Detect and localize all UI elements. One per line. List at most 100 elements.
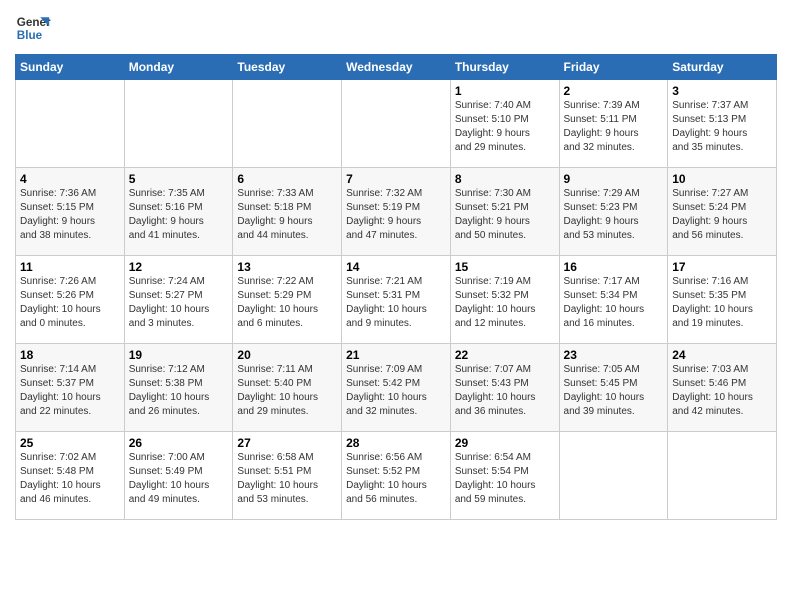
day-info: Sunrise: 7:09 AM Sunset: 5:42 PM Dayligh… xyxy=(346,363,446,419)
weekday-header-saturday: Saturday xyxy=(668,55,777,80)
weekday-header-sunday: Sunday xyxy=(16,55,125,80)
logo-icon: General Blue xyxy=(15,10,51,46)
calendar-cell: 28Sunrise: 6:56 AM Sunset: 5:52 PM Dayli… xyxy=(342,432,451,520)
day-info: Sunrise: 6:54 AM Sunset: 5:54 PM Dayligh… xyxy=(455,451,555,507)
calendar-cell: 4Sunrise: 7:36 AM Sunset: 5:15 PM Daylig… xyxy=(16,168,125,256)
day-info: Sunrise: 7:05 AM Sunset: 5:45 PM Dayligh… xyxy=(564,363,664,419)
day-number: 20 xyxy=(237,348,337,362)
day-number: 21 xyxy=(346,348,446,362)
calendar-cell xyxy=(342,80,451,168)
weekday-header-tuesday: Tuesday xyxy=(233,55,342,80)
calendar-cell: 19Sunrise: 7:12 AM Sunset: 5:38 PM Dayli… xyxy=(124,344,233,432)
day-number: 28 xyxy=(346,436,446,450)
day-number: 14 xyxy=(346,260,446,274)
day-info: Sunrise: 7:19 AM Sunset: 5:32 PM Dayligh… xyxy=(455,275,555,331)
day-number: 6 xyxy=(237,172,337,186)
calendar-cell: 15Sunrise: 7:19 AM Sunset: 5:32 PM Dayli… xyxy=(450,256,559,344)
weekday-header-monday: Monday xyxy=(124,55,233,80)
day-info: Sunrise: 7:17 AM Sunset: 5:34 PM Dayligh… xyxy=(564,275,664,331)
weekday-header-friday: Friday xyxy=(559,55,668,80)
day-number: 1 xyxy=(455,84,555,98)
day-info: Sunrise: 7:21 AM Sunset: 5:31 PM Dayligh… xyxy=(346,275,446,331)
day-number: 25 xyxy=(20,436,120,450)
calendar-cell: 12Sunrise: 7:24 AM Sunset: 5:27 PM Dayli… xyxy=(124,256,233,344)
day-info: Sunrise: 7:24 AM Sunset: 5:27 PM Dayligh… xyxy=(129,275,229,331)
calendar-cell: 3Sunrise: 7:37 AM Sunset: 5:13 PM Daylig… xyxy=(668,80,777,168)
day-number: 4 xyxy=(20,172,120,186)
day-number: 10 xyxy=(672,172,772,186)
calendar-cell: 13Sunrise: 7:22 AM Sunset: 5:29 PM Dayli… xyxy=(233,256,342,344)
day-number: 8 xyxy=(455,172,555,186)
day-number: 26 xyxy=(129,436,229,450)
day-number: 12 xyxy=(129,260,229,274)
weekday-header-wednesday: Wednesday xyxy=(342,55,451,80)
day-number: 13 xyxy=(237,260,337,274)
calendar-cell: 27Sunrise: 6:58 AM Sunset: 5:51 PM Dayli… xyxy=(233,432,342,520)
day-number: 5 xyxy=(129,172,229,186)
calendar-cell: 24Sunrise: 7:03 AM Sunset: 5:46 PM Dayli… xyxy=(668,344,777,432)
day-info: Sunrise: 7:39 AM Sunset: 5:11 PM Dayligh… xyxy=(564,99,664,155)
calendar-cell: 18Sunrise: 7:14 AM Sunset: 5:37 PM Dayli… xyxy=(16,344,125,432)
day-info: Sunrise: 7:40 AM Sunset: 5:10 PM Dayligh… xyxy=(455,99,555,155)
calendar-cell: 25Sunrise: 7:02 AM Sunset: 5:48 PM Dayli… xyxy=(16,432,125,520)
calendar-table: SundayMondayTuesdayWednesdayThursdayFrid… xyxy=(15,54,777,520)
weekday-header-row: SundayMondayTuesdayWednesdayThursdayFrid… xyxy=(16,55,777,80)
calendar-cell: 11Sunrise: 7:26 AM Sunset: 5:26 PM Dayli… xyxy=(16,256,125,344)
week-row-5: 25Sunrise: 7:02 AM Sunset: 5:48 PM Dayli… xyxy=(16,432,777,520)
day-info: Sunrise: 7:33 AM Sunset: 5:18 PM Dayligh… xyxy=(237,187,337,243)
day-number: 23 xyxy=(564,348,664,362)
calendar-cell xyxy=(559,432,668,520)
calendar-cell xyxy=(668,432,777,520)
day-number: 29 xyxy=(455,436,555,450)
day-info: Sunrise: 7:29 AM Sunset: 5:23 PM Dayligh… xyxy=(564,187,664,243)
day-info: Sunrise: 7:16 AM Sunset: 5:35 PM Dayligh… xyxy=(672,275,772,331)
calendar-cell: 1Sunrise: 7:40 AM Sunset: 5:10 PM Daylig… xyxy=(450,80,559,168)
day-info: Sunrise: 7:03 AM Sunset: 5:46 PM Dayligh… xyxy=(672,363,772,419)
day-info: Sunrise: 7:14 AM Sunset: 5:37 PM Dayligh… xyxy=(20,363,120,419)
day-number: 17 xyxy=(672,260,772,274)
day-number: 15 xyxy=(455,260,555,274)
day-info: Sunrise: 7:27 AM Sunset: 5:24 PM Dayligh… xyxy=(672,187,772,243)
calendar-cell xyxy=(233,80,342,168)
day-info: Sunrise: 7:37 AM Sunset: 5:13 PM Dayligh… xyxy=(672,99,772,155)
calendar-cell: 7Sunrise: 7:32 AM Sunset: 5:19 PM Daylig… xyxy=(342,168,451,256)
calendar-cell: 5Sunrise: 7:35 AM Sunset: 5:16 PM Daylig… xyxy=(124,168,233,256)
calendar-cell: 20Sunrise: 7:11 AM Sunset: 5:40 PM Dayli… xyxy=(233,344,342,432)
day-number: 11 xyxy=(20,260,120,274)
calendar-cell: 6Sunrise: 7:33 AM Sunset: 5:18 PM Daylig… xyxy=(233,168,342,256)
calendar-cell: 16Sunrise: 7:17 AM Sunset: 5:34 PM Dayli… xyxy=(559,256,668,344)
day-info: Sunrise: 7:11 AM Sunset: 5:40 PM Dayligh… xyxy=(237,363,337,419)
day-info: Sunrise: 6:56 AM Sunset: 5:52 PM Dayligh… xyxy=(346,451,446,507)
calendar-cell: 10Sunrise: 7:27 AM Sunset: 5:24 PM Dayli… xyxy=(668,168,777,256)
calendar-cell: 26Sunrise: 7:00 AM Sunset: 5:49 PM Dayli… xyxy=(124,432,233,520)
day-info: Sunrise: 7:30 AM Sunset: 5:21 PM Dayligh… xyxy=(455,187,555,243)
day-number: 22 xyxy=(455,348,555,362)
logo: General Blue xyxy=(15,10,51,46)
calendar-cell: 23Sunrise: 7:05 AM Sunset: 5:45 PM Dayli… xyxy=(559,344,668,432)
day-number: 9 xyxy=(564,172,664,186)
day-info: Sunrise: 7:00 AM Sunset: 5:49 PM Dayligh… xyxy=(129,451,229,507)
page-container: General Blue SundayMondayTuesdayWednesda… xyxy=(0,0,792,525)
header: General Blue xyxy=(15,10,777,46)
calendar-cell: 14Sunrise: 7:21 AM Sunset: 5:31 PM Dayli… xyxy=(342,256,451,344)
day-number: 3 xyxy=(672,84,772,98)
day-info: Sunrise: 6:58 AM Sunset: 5:51 PM Dayligh… xyxy=(237,451,337,507)
day-number: 18 xyxy=(20,348,120,362)
week-row-3: 11Sunrise: 7:26 AM Sunset: 5:26 PM Dayli… xyxy=(16,256,777,344)
day-number: 2 xyxy=(564,84,664,98)
week-row-1: 1Sunrise: 7:40 AM Sunset: 5:10 PM Daylig… xyxy=(16,80,777,168)
day-info: Sunrise: 7:35 AM Sunset: 5:16 PM Dayligh… xyxy=(129,187,229,243)
day-number: 27 xyxy=(237,436,337,450)
svg-text:Blue: Blue xyxy=(17,29,43,42)
week-row-2: 4Sunrise: 7:36 AM Sunset: 5:15 PM Daylig… xyxy=(16,168,777,256)
calendar-cell: 21Sunrise: 7:09 AM Sunset: 5:42 PM Dayli… xyxy=(342,344,451,432)
calendar-cell: 22Sunrise: 7:07 AM Sunset: 5:43 PM Dayli… xyxy=(450,344,559,432)
day-info: Sunrise: 7:36 AM Sunset: 5:15 PM Dayligh… xyxy=(20,187,120,243)
calendar-cell: 8Sunrise: 7:30 AM Sunset: 5:21 PM Daylig… xyxy=(450,168,559,256)
day-number: 24 xyxy=(672,348,772,362)
calendar-cell: 2Sunrise: 7:39 AM Sunset: 5:11 PM Daylig… xyxy=(559,80,668,168)
calendar-cell xyxy=(16,80,125,168)
calendar-cell: 29Sunrise: 6:54 AM Sunset: 5:54 PM Dayli… xyxy=(450,432,559,520)
day-info: Sunrise: 7:32 AM Sunset: 5:19 PM Dayligh… xyxy=(346,187,446,243)
calendar-cell xyxy=(124,80,233,168)
